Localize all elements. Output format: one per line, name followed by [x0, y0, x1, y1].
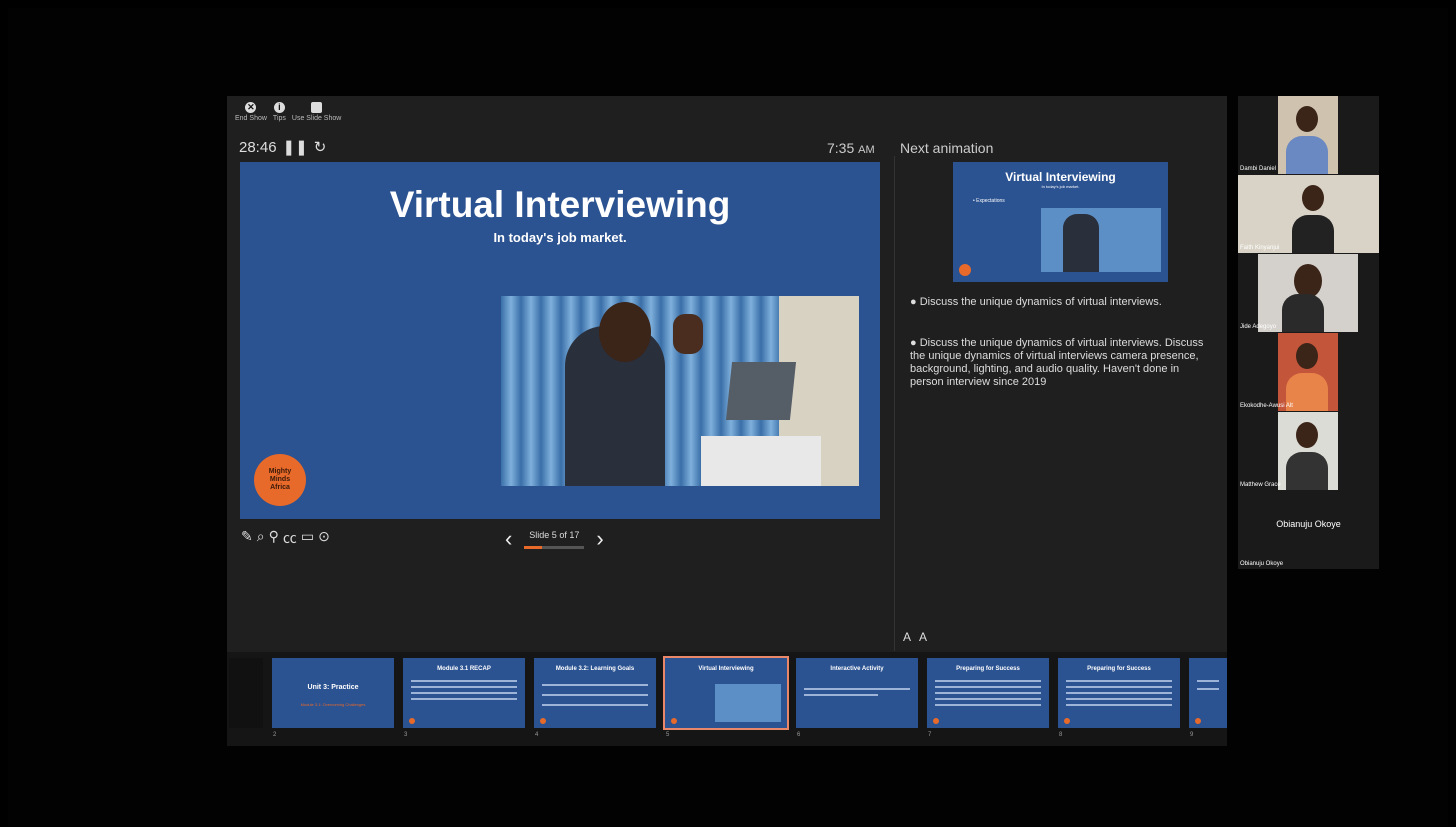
participant-tile[interactable]: Dambi Daniel [1238, 96, 1379, 174]
thumbnail-6[interactable]: Interactive Activity [796, 658, 918, 728]
speaker-notes[interactable]: ● Discuss the unique dynamics of virtual… [910, 296, 1215, 417]
slide-navigation: ‹ Slide 5 of 17 › [505, 526, 604, 552]
thumbnail-number: 9 [1190, 732, 1194, 738]
participant-tile[interactable]: Matthew Grace [1238, 412, 1379, 490]
annotation-tools: ✎ ⌕ ⚲ ㏄ ▭ ⊙ [241, 528, 330, 548]
thumbnail-number: 2 [273, 732, 277, 738]
increase-font-button[interactable]: A [919, 630, 927, 644]
camera-off-icon[interactable]: ▭ [301, 528, 314, 548]
next-animation-label: Next animation [900, 140, 994, 156]
participant-tile[interactable]: Faith Kinyanjui [1238, 175, 1379, 253]
participant-name: Ekokodhe-Awusi Alt [1240, 403, 1293, 409]
elapsed-timer: 28:46 [239, 138, 277, 156]
participant-tile[interactable]: Obianuju Okoye Obianuju Okoye [1238, 491, 1379, 569]
current-slide[interactable]: Virtual Interviewing In today's job mark… [240, 162, 880, 519]
thumbnail-number: 8 [1059, 732, 1063, 738]
next-slide-preview: Virtual Interviewing In today's job mark… [953, 162, 1168, 282]
brand-logo: Mighty Minds Africa [254, 454, 306, 506]
slide-subtitle: In today's job market. [493, 230, 627, 245]
slide-photo [501, 296, 859, 486]
preview-photo [1041, 208, 1161, 272]
thumbnail-number: 3 [404, 732, 408, 738]
participant-tile[interactable]: Jide Adegoyo [1238, 254, 1379, 332]
presenter-view: ✕ End Show i Tips Use Slide Show 28:46 ❚… [227, 96, 1227, 746]
end-show-button[interactable]: ✕ End Show [235, 102, 267, 122]
next-slide-icon[interactable]: › [596, 526, 603, 552]
participant-name: Faith Kinyanjui [1240, 245, 1280, 251]
participant-name: Obianuju Okoye [1240, 561, 1284, 567]
pane-divider[interactable] [894, 156, 895, 651]
zoom-icon[interactable]: ⌕ [257, 528, 265, 548]
participant-label: Obianuju Okoye [1276, 519, 1341, 529]
thumbnail-4[interactable]: Module 3.2: Learning Goals [534, 658, 656, 728]
thumbnail-number: 7 [928, 732, 932, 738]
pointer-icon[interactable]: ⚲ [269, 528, 279, 548]
decrease-font-button[interactable]: A [903, 630, 911, 644]
participant-name: Dambi Daniel [1240, 166, 1277, 172]
info-icon: i [273, 102, 285, 113]
slide-thumbnail-strip[interactable]: Unit 3: Practice Module 3.1: Overcoming … [227, 652, 1227, 746]
notes-font-controls: A A [903, 630, 927, 644]
participant-name: Jide Adegoyo [1240, 324, 1277, 330]
timer-bar: 28:46 ❚❚ ↻ [239, 138, 327, 157]
participant-tile[interactable]: Ekokodhe-Awusi Alt [1238, 333, 1379, 411]
thumbnail-number: 4 [535, 732, 539, 738]
thumbnail-3[interactable]: Module 3.1 RECAP [403, 658, 525, 728]
thumbnail-9[interactable] [1189, 658, 1227, 728]
current-time: 7:35 AM [827, 140, 875, 156]
preview-logo [959, 264, 971, 276]
captions-icon[interactable]: ㏄ [283, 528, 297, 548]
thumbnail-2[interactable]: Unit 3: Practice Module 3.1: Overcoming … [272, 658, 394, 728]
use-slide-show-button[interactable]: Use Slide Show [292, 102, 341, 122]
pen-icon[interactable]: ✎ [241, 528, 253, 548]
previous-slide-icon[interactable]: ‹ [505, 526, 512, 552]
slideshow-icon [311, 102, 323, 113]
thumbnail-7[interactable]: Preparing for Success [927, 658, 1049, 728]
slide-counter: Slide 5 of 17 [529, 529, 580, 540]
slide-progress-bar [524, 545, 585, 549]
note-paragraph: ● Discuss the unique dynamics of virtual… [910, 296, 1162, 308]
presenter-toolbar: ✕ End Show i Tips Use Slide Show [235, 102, 341, 122]
thumbnail-8[interactable]: Preparing for Success [1058, 658, 1180, 728]
pause-icon[interactable]: ❚❚ [283, 138, 308, 156]
slide-title: Virtual Interviewing [389, 184, 731, 225]
tips-button[interactable]: i Tips [273, 102, 286, 122]
thumbnail-5-selected[interactable]: Virtual Interviewing [663, 656, 789, 730]
participant-name: Matthew Grace [1240, 482, 1281, 488]
close-icon: ✕ [245, 102, 257, 113]
participant-gallery: Dambi Daniel Faith Kinyanjui Jide Adegoy… [1238, 96, 1379, 569]
thumbnail-number: 6 [797, 732, 801, 738]
thumbnail-number: 5 [666, 732, 670, 738]
thumbnail-1[interactable] [229, 658, 263, 728]
reset-timer-icon[interactable]: ↻ [314, 138, 327, 156]
note-paragraph: ● Discuss the unique dynamics of virtual… [910, 337, 1204, 388]
more-options-icon[interactable]: ⊙ [318, 528, 330, 548]
